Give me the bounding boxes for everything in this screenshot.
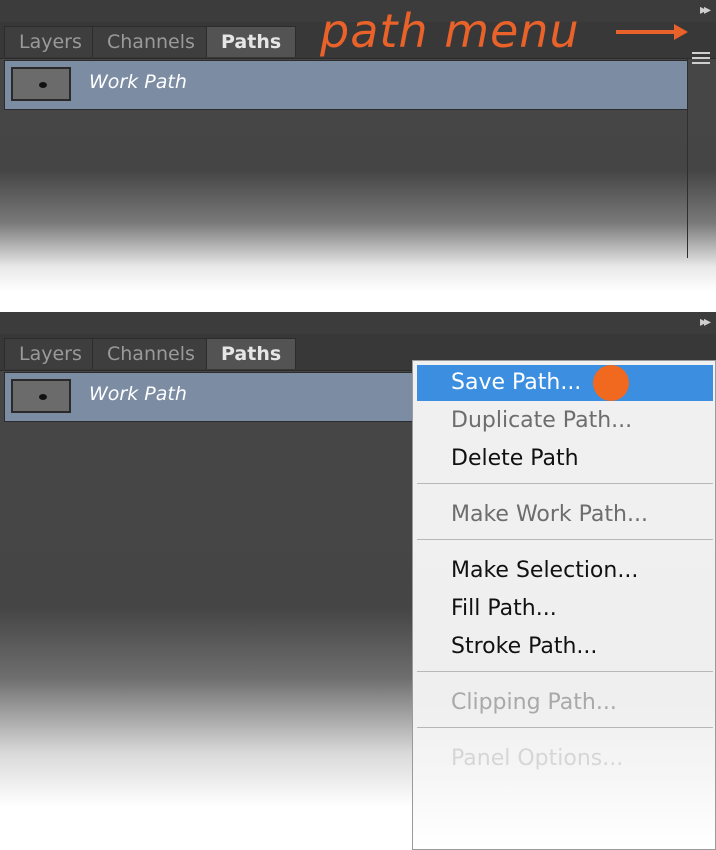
panel-menu-icon[interactable]	[692, 52, 710, 67]
menu-separator	[417, 539, 713, 540]
tab-layers[interactable]: Layers	[4, 338, 97, 369]
work-path-row[interactable]: Work Path	[4, 60, 688, 110]
menu-item-make-selection[interactable]: Make Selection...	[417, 553, 713, 589]
menu-separator	[417, 483, 713, 484]
menu-item-clipping-path[interactable]: Clipping Path...	[417, 685, 713, 721]
tab-channels[interactable]: Channels	[92, 26, 210, 57]
panel-title-bar: ▸▸	[0, 312, 716, 334]
annotation-arrow	[616, 30, 678, 34]
menu-item-duplicate-path[interactable]: Duplicate Path...	[417, 403, 713, 439]
path-thumbnail-dot	[39, 82, 47, 88]
path-thumbnail-dot	[39, 394, 47, 400]
menu-item-fill-path[interactable]: Fill Path...	[417, 591, 713, 627]
path-thumbnail	[11, 67, 71, 101]
tab-paths[interactable]: Paths	[206, 338, 297, 369]
tab-layers[interactable]: Layers	[4, 26, 97, 57]
menu-item-delete-path[interactable]: Delete Path	[417, 441, 713, 477]
menu-item-panel-options[interactable]: Panel Options...	[417, 741, 713, 777]
menu-separator	[417, 671, 713, 672]
menu-item-save-path[interactable]: Save Path...	[417, 365, 713, 401]
path-thumbnail	[11, 379, 71, 413]
paths-panel-menu: Save Path... Duplicate Path... Delete Pa…	[412, 360, 716, 850]
annotation-label: path menu	[320, 4, 580, 58]
tab-paths[interactable]: Paths	[206, 26, 297, 57]
work-path-label: Work Path	[89, 383, 187, 405]
menu-item-make-work-path[interactable]: Make Work Path...	[417, 497, 713, 533]
cursor-indicator	[593, 365, 629, 401]
menu-separator	[417, 727, 713, 728]
annotation-arrowhead	[674, 24, 688, 40]
menu-item-stroke-path[interactable]: Stroke Path...	[417, 629, 713, 665]
tab-channels[interactable]: Channels	[92, 338, 210, 369]
paths-panel-bottom: ▸▸ Layers Channels Paths Work Path Save …	[0, 312, 716, 850]
panel-divider	[687, 58, 688, 258]
collapse-panel-icon[interactable]: ▸▸	[700, 314, 711, 330]
collapse-panel-icon[interactable]: ▸▸	[700, 2, 711, 18]
work-path-label: Work Path	[89, 71, 187, 93]
paths-panel-top: ▸▸ Layers Channels Paths path menu Work …	[0, 0, 716, 310]
